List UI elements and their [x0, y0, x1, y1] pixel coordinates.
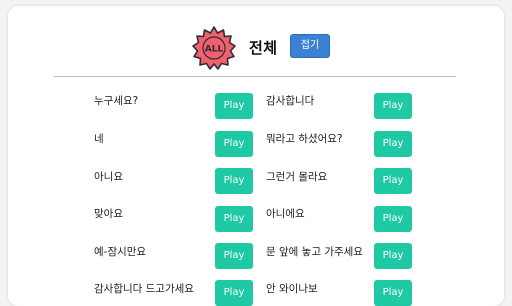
page-title: 전체: [249, 39, 278, 57]
phrase-label: 감사합니다: [266, 95, 315, 107]
play-button[interactable]: Play: [374, 280, 412, 306]
phrase-label: 그런거 몰라요: [266, 171, 328, 183]
play-button[interactable]: Play: [215, 93, 253, 119]
phrase-label: 문 앞에 놓고 가주세요: [266, 246, 363, 258]
badge-text: ALL: [205, 45, 224, 55]
phrase-label: 아니요: [94, 171, 123, 183]
play-button[interactable]: Play: [374, 93, 412, 119]
phrase-label: 맞아요: [94, 208, 123, 220]
play-button[interactable]: Play: [374, 243, 412, 269]
phrase-label: 감사합니다 드고가세요: [94, 283, 194, 295]
play-button[interactable]: Play: [215, 168, 253, 194]
play-button[interactable]: Play: [374, 206, 412, 232]
play-button[interactable]: Play: [215, 280, 253, 306]
phrase-label: 아니에요: [266, 208, 305, 220]
phrase-label: 네: [94, 133, 104, 145]
card-header: ALL 전체 접기: [8, 26, 504, 82]
header-divider: [54, 76, 456, 77]
all-badge-icon: ALL: [192, 26, 236, 70]
play-button[interactable]: Play: [215, 131, 253, 157]
phrase-label: 안 와이나보: [266, 283, 318, 295]
phrase-label: 예-잠시만요: [94, 246, 147, 258]
collapse-button[interactable]: 접기: [290, 34, 330, 58]
play-button[interactable]: Play: [215, 206, 253, 232]
phrase-label: 누구세요?: [94, 95, 139, 107]
phrase-label: 뭐라고 하셨어요?: [266, 133, 343, 145]
play-button[interactable]: Play: [215, 243, 253, 269]
play-button[interactable]: Play: [374, 168, 412, 194]
phrase-card: ALL 전체 접기 누구세요? Play 감사합니다 Play 네 Play 뭐…: [8, 6, 504, 306]
play-button[interactable]: Play: [374, 131, 412, 157]
